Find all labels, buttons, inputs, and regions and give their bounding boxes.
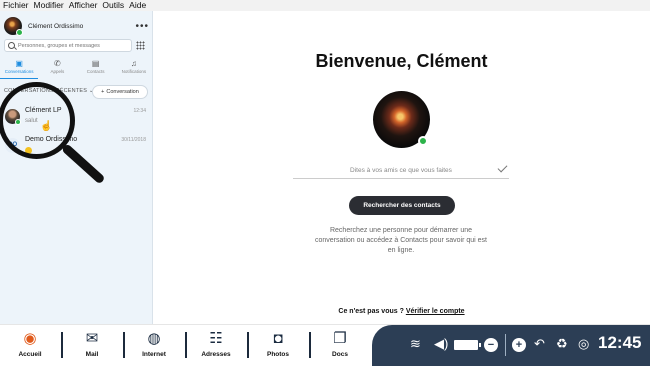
taskbar-accueil[interactable]: ◉ Accueil [2,329,58,364]
dialpad-icon[interactable] [136,41,145,50]
search-box[interactable] [4,39,132,52]
mood-placeholder: Dites à vos amis ce que vous faites [350,167,452,174]
tab-label: Conversations [4,69,34,74]
tab-notifications[interactable]: ♫ Notifications [115,59,153,79]
bell-icon: ♫ [130,59,137,68]
not-you-line: Ce n'est pas vous ? Vérifier le compte [153,308,650,315]
docs-icon: ❐ [333,330,347,347]
taskbar-separator [61,332,63,358]
tab-contacts[interactable]: ▤ Contacts [77,59,115,79]
conversation-name: Demo Ordissimo [25,136,78,143]
conversation-last-message: salut [25,118,38,124]
mail-icon: ✉ [85,330,99,347]
tab-calls[interactable]: ✆ Appels [38,59,76,79]
menu-afficher[interactable]: Afficher [69,0,98,11]
online-status-icon [15,119,21,125]
back-arrow-icon[interactable]: ↶ [534,335,545,353]
plus-icon: + [101,89,105,95]
main-panel: Bienvenue, Clément Dites à vos amis ce q… [153,11,650,324]
conversation-item[interactable]: Clément LP salut 12:34 [0,104,153,128]
taskbar-docs[interactable]: ❐ Docs [312,329,368,364]
recent-conversations-label: CONVERSATIONS RÉCENTES [4,88,88,94]
taskbar-internet[interactable]: ◍ Internet [126,329,182,364]
search-icon [8,42,15,49]
taskbar-label: Docs [332,351,348,358]
clock: 12:45 [598,333,642,352]
address-book-icon: ☷ [209,330,223,347]
trash-icon[interactable]: ♻ [556,335,568,353]
emoji-icon [25,147,32,154]
globe-icon: ◍ [147,330,161,347]
taskbar-adresses[interactable]: ☷ Adresses [188,329,244,364]
profile-header[interactable]: Clément Ordissimo ••• [4,16,149,36]
avatar[interactable] [4,17,23,36]
conversation-name: Clément LP [25,107,62,114]
search-input[interactable] [18,42,128,49]
online-status-icon [418,136,428,146]
avatar: OO [5,138,20,153]
profile-avatar[interactable] [373,91,430,148]
taskbar-label: Internet [142,351,166,358]
hint-text: Recherchez une personne pour démarrer un… [315,227,487,254]
hand-cursor-icon: ☝ [40,121,53,132]
conversation-last-message [25,147,32,156]
conversation-time: 12:34 [133,108,146,114]
conversation-time: 30/11/2018 [121,137,146,143]
camera-icon: ◘ [273,330,283,347]
taskbar-separator [309,332,311,358]
page-title: Bienvenue, Clément [315,51,488,71]
battery-icon[interactable] [454,340,481,350]
tab-conversations[interactable]: ▣ Conversations [0,59,39,79]
more-options-icon[interactable]: ••• [135,21,149,32]
phone-icon: ✆ [54,59,61,68]
taskbar-label: Accueil [18,351,42,358]
help-lifebuoy-icon[interactable]: ◎ [578,335,589,353]
zoom-in-icon[interactable]: + [512,338,526,352]
conversation-item[interactable]: OO Demo Ordissimo 30/11/2018 [0,133,153,157]
menu-aide[interactable]: Aide [129,0,146,11]
taskbar-label: Adresses [201,351,231,358]
menu-outils[interactable]: Outils [102,0,124,11]
taskbar-separator [247,332,249,358]
volume-icon[interactable]: ◀) [434,335,448,353]
mood-message-field[interactable]: Dites à vos amis ce que vous faites [293,162,509,179]
contacts-icon: ▤ [91,59,100,68]
system-tray: ≋ ◀) − + ↶ ♻ ◎ 12:45 [372,325,650,366]
not-you-text: Ce n'est pas vous ? [338,308,404,315]
taskbar: ◉ Accueil ✉ Mail ◍ Internet ☷ Adresses ◘… [0,324,650,366]
sidebar-tabs: ▣ Conversations ✆ Appels ▤ Contacts ♫ No… [0,59,153,79]
menu-fichier[interactable]: Fichier [3,0,29,11]
tray-separator [505,334,506,356]
menu-modifier[interactable]: Modifier [34,0,64,11]
new-conversation-button[interactable]: + Conversation [92,85,148,99]
profile-name: Clément Ordissimo [28,22,84,30]
tab-label: Contacts [86,69,105,74]
taskbar-label: Mail [85,351,99,358]
sidebar: Clément Ordissimo ••• ▣ Conversations ✆ … [0,11,153,324]
tab-label: Appels [50,69,65,74]
taskbar-mail[interactable]: ✉ Mail [64,329,120,364]
taskbar-photos[interactable]: ◘ Photos [250,329,306,364]
avatar [5,109,21,125]
find-contacts-button[interactable]: Rechercher des contacts [349,196,455,215]
menu-bar: Fichier Modifier Afficher Outils Aide [0,0,650,11]
taskbar-separator [123,332,125,358]
tab-label: Notifications [121,69,147,74]
taskbar-label: Photos [266,351,290,358]
verify-account-link[interactable]: Vérifier le compte [406,308,465,315]
zoom-out-icon[interactable]: − [484,338,498,352]
home-logo-icon: ◉ [23,330,37,347]
chat-icon: ▣ [15,59,23,68]
online-status-icon [16,29,23,36]
new-conversation-label: Conversation [106,89,139,95]
taskbar-separator [185,332,187,358]
wifi-icon[interactable]: ≋ [410,335,421,353]
recent-conversations-header[interactable]: CONVERSATIONS RÉCENTES ⌄ [4,88,94,94]
